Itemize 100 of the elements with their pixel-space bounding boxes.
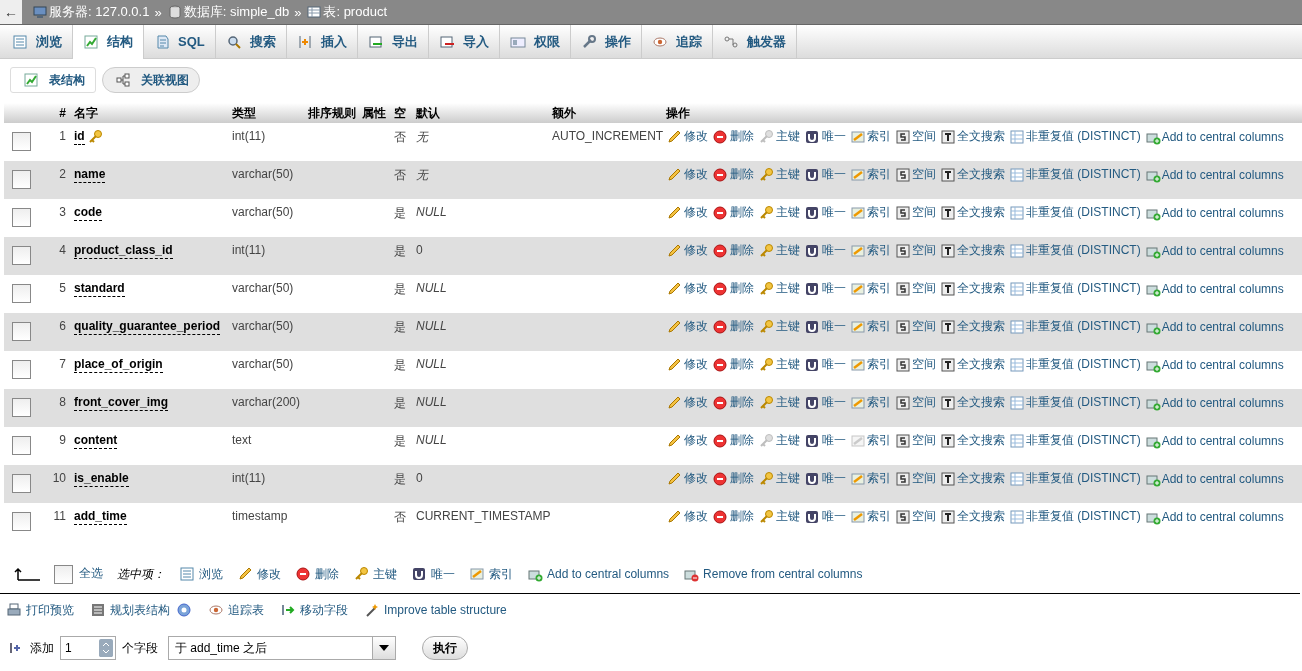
- table-link[interactable]: 追踪表: [208, 601, 264, 619]
- checkbox[interactable]: [12, 132, 31, 151]
- bulk-action-link[interactable]: 删除: [295, 565, 339, 583]
- action-link[interactable]: 全文搜索: [940, 128, 1005, 145]
- action-link[interactable]: 索引: [850, 128, 891, 145]
- action-link[interactable]: Add to central columns: [1144, 128, 1284, 145]
- action-link[interactable]: Add to central columns: [1144, 356, 1284, 373]
- subtab[interactable]: 关联视图: [102, 67, 200, 93]
- action-link[interactable]: 修改: [666, 470, 708, 487]
- subtab[interactable]: 表结构: [10, 67, 96, 93]
- action-link[interactable]: 删除: [712, 280, 754, 297]
- action-link[interactable]: 唯一: [804, 128, 846, 145]
- action-link[interactable]: 非重复值 (DISTINCT): [1009, 242, 1141, 259]
- tab[interactable]: 结构: [73, 25, 144, 59]
- action-link[interactable]: 非重复值 (DISTINCT): [1009, 470, 1141, 487]
- checkbox[interactable]: [12, 436, 31, 455]
- tab[interactable]: 插入: [286, 25, 358, 58]
- checkbox[interactable]: [12, 208, 31, 227]
- action-link[interactable]: 空间: [895, 166, 936, 183]
- action-link[interactable]: 修改: [666, 166, 708, 183]
- action-link[interactable]: 唯一: [804, 394, 846, 411]
- action-link[interactable]: 唯一: [804, 432, 846, 449]
- action-link[interactable]: 非重复值 (DISTINCT): [1009, 508, 1141, 525]
- bulk-action-link[interactable]: 主键: [353, 565, 397, 583]
- action-link[interactable]: Add to central columns: [1144, 318, 1284, 335]
- action-link[interactable]: 全文搜索: [940, 204, 1005, 221]
- action-link[interactable]: 空间: [895, 432, 936, 449]
- action-link[interactable]: 空间: [895, 508, 936, 525]
- action-link[interactable]: 唯一: [804, 508, 846, 525]
- action-link[interactable]: 删除: [712, 356, 754, 373]
- action-link[interactable]: 全文搜索: [940, 280, 1005, 297]
- action-link[interactable]: 空间: [895, 204, 936, 221]
- action-link[interactable]: 主键: [758, 204, 800, 221]
- action-link[interactable]: 修改: [666, 432, 708, 449]
- checkbox[interactable]: [12, 474, 31, 493]
- checkbox[interactable]: [12, 246, 31, 265]
- action-link[interactable]: 修改: [666, 280, 708, 297]
- action-link[interactable]: 全文搜索: [940, 356, 1005, 373]
- action-link[interactable]: Add to central columns: [1144, 166, 1284, 183]
- action-link[interactable]: 主键: [758, 356, 800, 373]
- action-link[interactable]: 空间: [895, 280, 936, 297]
- table-link[interactable]: 移动字段: [280, 601, 348, 619]
- action-link[interactable]: 删除: [712, 166, 754, 183]
- action-link[interactable]: 全文搜索: [940, 394, 1005, 411]
- action-link[interactable]: 全文搜索: [940, 432, 1005, 449]
- action-link[interactable]: 空间: [895, 470, 936, 487]
- go-button[interactable]: 执行: [422, 636, 468, 660]
- action-link[interactable]: 修改: [666, 508, 708, 525]
- action-link[interactable]: 非重复值 (DISTINCT): [1009, 280, 1141, 297]
- action-link[interactable]: 主键: [758, 242, 800, 259]
- action-link[interactable]: 唯一: [804, 470, 846, 487]
- action-link[interactable]: 修改: [666, 318, 708, 335]
- action-link[interactable]: 删除: [712, 318, 754, 335]
- tab[interactable]: 追踪: [641, 25, 713, 58]
- action-link[interactable]: 主键: [758, 394, 800, 411]
- bulk-action-link[interactable]: 浏览: [179, 565, 223, 583]
- action-link[interactable]: 索引: [850, 394, 891, 411]
- action-link[interactable]: 全文搜索: [940, 470, 1005, 487]
- action-link[interactable]: 全文搜索: [940, 242, 1005, 259]
- action-link[interactable]: 空间: [895, 356, 936, 373]
- action-link[interactable]: 空间: [895, 318, 936, 335]
- action-link[interactable]: 修改: [666, 242, 708, 259]
- breadcrumb-link[interactable]: 表: product: [306, 3, 387, 21]
- checkbox[interactable]: [12, 398, 31, 417]
- tab[interactable]: 搜索: [215, 25, 287, 58]
- checkbox[interactable]: [12, 512, 31, 531]
- checkbox[interactable]: [12, 170, 31, 189]
- action-link[interactable]: 非重复值 (DISTINCT): [1009, 394, 1141, 411]
- breadcrumb-link[interactable]: 数据库: simple_db: [166, 3, 290, 21]
- action-link[interactable]: 索引: [850, 204, 891, 221]
- checkbox[interactable]: [12, 322, 31, 341]
- checkbox[interactable]: [12, 284, 31, 303]
- action-link[interactable]: Add to central columns: [1144, 508, 1284, 525]
- tab[interactable]: 导出: [357, 25, 429, 58]
- action-link[interactable]: 唯一: [804, 318, 846, 335]
- table-link[interactable]: 规划表结构: [90, 601, 170, 619]
- action-link[interactable]: Add to central columns: [1144, 470, 1284, 487]
- action-link[interactable]: 删除: [712, 508, 754, 525]
- action-link[interactable]: 全文搜索: [940, 318, 1005, 335]
- tab[interactable]: 触发器: [712, 25, 797, 58]
- action-link[interactable]: Add to central columns: [1144, 280, 1284, 297]
- field-count-input[interactable]: 1: [60, 636, 116, 660]
- action-link[interactable]: 空间: [895, 128, 936, 145]
- action-link[interactable]: 索引: [850, 318, 891, 335]
- action-link[interactable]: 删除: [712, 128, 754, 145]
- table-link[interactable]: Improve table structure: [364, 602, 507, 618]
- back-button[interactable]: ←: [0, 0, 22, 24]
- action-link[interactable]: 空间: [895, 394, 936, 411]
- tab[interactable]: 操作: [570, 25, 642, 58]
- action-link[interactable]: 主键: [758, 280, 800, 297]
- checkbox[interactable]: [12, 360, 31, 379]
- position-select[interactable]: 于 add_time 之后: [168, 636, 396, 660]
- bulk-action-link[interactable]: 唯一: [411, 565, 455, 583]
- action-link[interactable]: Add to central columns: [1144, 242, 1284, 259]
- action-link[interactable]: 主键: [758, 318, 800, 335]
- action-link[interactable]: 全文搜索: [940, 508, 1005, 525]
- action-link[interactable]: 删除: [712, 394, 754, 411]
- action-link[interactable]: 删除: [712, 432, 754, 449]
- action-link[interactable]: 唯一: [804, 204, 846, 221]
- action-link[interactable]: 唯一: [804, 280, 846, 297]
